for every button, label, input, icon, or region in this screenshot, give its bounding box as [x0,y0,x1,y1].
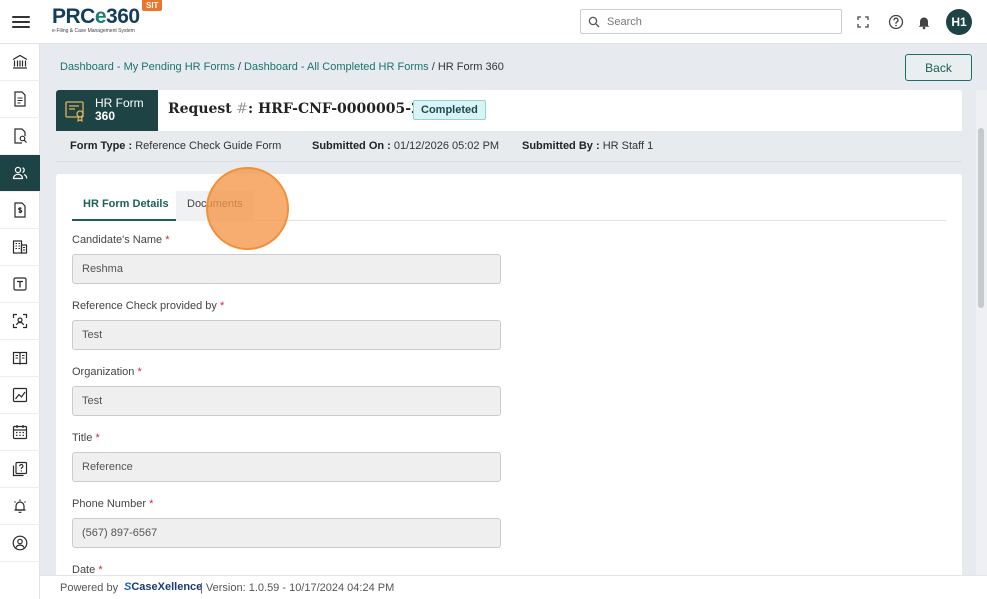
sidebar-item-reports[interactable] [0,377,40,414]
bell-icon[interactable] [915,13,933,31]
meta-submitted-by: Submitted By : HR Staff 1 [522,140,653,152]
search-box[interactable] [580,9,842,34]
sidebar-item-hr[interactable] [0,155,40,192]
casexellence-logo: SCaseXellence [124,581,202,593]
search-input[interactable] [607,13,832,31]
field-label-text: Organization [72,366,135,378]
required-marker: * [95,432,100,444]
form-type-tag: HR Form 360 [56,90,158,131]
sidebar-item-book[interactable] [0,340,40,377]
form-details-card: HR Form Details Documents Candidate's Na… [56,174,962,584]
sidebar-item-profile[interactable] [0,525,40,562]
request-prefix: Request [168,101,232,117]
sidebar-item-organization[interactable] [0,229,40,266]
candidate-name-label: Candidate's Name * [72,234,170,246]
logo-subtitle: e-Filing & Case Management System [52,28,135,34]
tab-bar: HR Form Details Documents [72,191,946,221]
alarm-icon [14,499,26,513]
breadcrumb-separator: / [237,61,241,73]
meta-label: Form Type : [70,140,133,152]
reference-provider-label: Reference Check provided by * [72,300,224,312]
request-title: Request #: HRF-CNF-0000005-26 [168,101,431,117]
footer: Powered by SCaseXellence | Version: 1.0.… [40,575,987,599]
request-id: : HRF-CNF-0000005-26 [247,101,431,117]
page-scrollbar[interactable] [976,90,987,584]
meta-value: 01/12/2026 05:02 PM [393,140,500,152]
scrollbar-thumb[interactable] [978,128,984,308]
candidate-name-field[interactable]: Reshma [72,254,501,284]
form-meta-bar: Form Type : Reference Check Guide Form S… [56,131,962,162]
powered-by-label: Powered by [60,582,119,594]
menu-icon[interactable] [12,13,30,31]
required-marker: * [219,300,225,312]
field-label-text: Phone Number [72,498,146,510]
phone-number-label: Phone Number * [72,498,153,510]
title-field[interactable]: Reference [72,452,501,482]
field-label-text: Candidate's Name [72,234,163,246]
users-icon [12,166,28,180]
meta-label: Submitted By : [522,140,600,152]
breadcrumb-link-completed[interactable]: Dashboard - All Completed HR Forms [244,61,429,73]
sidebar-item-documents[interactable] [0,81,40,118]
fullscreen-icon[interactable] [854,13,872,31]
breadcrumb: Dashboard - My Pending HR Forms / Dashbo… [60,61,504,73]
sidebar-item-calendar[interactable] [0,414,40,451]
building-icon [12,240,28,254]
status-badge: Completed [413,100,486,120]
document-icon [14,91,26,107]
required-marker: * [165,234,170,246]
title-label: Title * [72,432,100,444]
request-hash: # [236,101,248,117]
request-header: HR Form 360 Request #: HRF-CNF-0000005-2… [56,90,962,131]
click-indicator [206,167,289,250]
breadcrumb-current: HR Form 360 [437,61,504,73]
dollar-document-icon [14,202,26,218]
version-info: | Version: 1.0.59 - 10/17/2024 04:24 PM [200,582,395,594]
organization-label: Organization * [72,366,142,378]
top-bar: PRCe360 e-Filing & Case Management Syste… [0,0,987,44]
help-icon[interactable] [887,13,905,31]
sidebar-item-scan[interactable] [0,303,40,340]
sidebar [0,44,40,599]
field-label-text: Title [72,432,93,444]
sidebar-item-help-docs[interactable] [0,451,40,488]
book-icon [12,351,28,365]
chart-icon [12,387,28,403]
meta-submitted-on: Submitted On : 01/12/2026 05:02 PM [312,140,499,152]
back-button[interactable]: Back [905,54,972,81]
meta-value: HR Staff 1 [602,140,654,152]
sidebar-item-text[interactable] [0,266,40,303]
help-docs-icon [12,461,28,477]
meta-value: Reference Check Guide Form [135,140,282,152]
brand-name: CaseXellence [131,581,203,593]
text-box-icon [13,277,27,291]
sidebar-item-search-docs[interactable] [0,118,40,155]
calendar-icon [12,425,28,440]
reference-provider-field[interactable]: Test [72,320,501,350]
document-search-icon [14,128,27,144]
field-label-text: Reference Check provided by [72,300,217,312]
certificate-icon [65,101,84,123]
breadcrumb-link-pending[interactable]: Dashboard - My Pending HR Forms [60,61,235,73]
sidebar-item-billing[interactable] [0,192,40,229]
organization-field[interactable]: Test [72,386,501,416]
search-icon [588,16,600,28]
scan-user-icon [12,313,28,329]
bank-icon [12,54,28,69]
meta-form-type: Form Type : Reference Check Guide Form [70,140,281,152]
required-marker: * [149,498,154,510]
sidebar-item-bank[interactable] [0,44,40,81]
tag-number: 360 [95,109,116,123]
environment-badge: SIT [142,0,163,11]
phone-number-field[interactable]: (567) 897-6567 [72,518,501,548]
breadcrumb-separator: / [431,61,435,73]
sidebar-item-alerts[interactable] [0,488,40,525]
tab-hr-form-details[interactable]: HR Form Details [72,191,180,221]
user-avatar[interactable]: H1 [946,9,972,35]
required-marker: * [137,366,142,378]
meta-label: Submitted On : [312,140,391,152]
user-circle-icon [12,535,28,551]
